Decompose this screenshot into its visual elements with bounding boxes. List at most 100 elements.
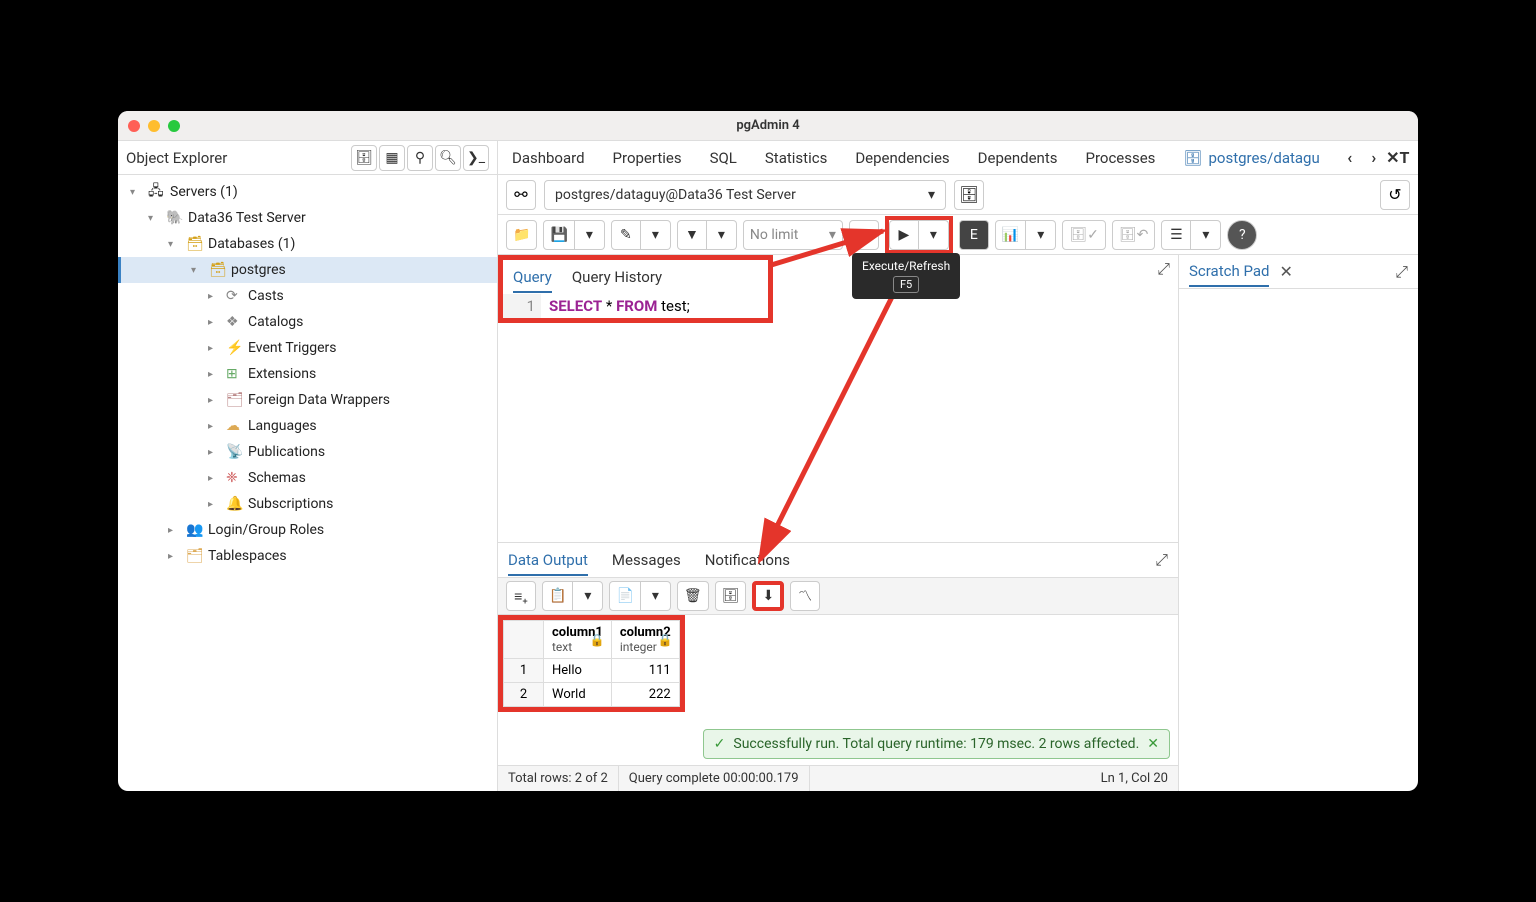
connection-selector[interactable]: postgres/dataguy@Data36 Test Server ▾ [544,180,946,210]
object-tree: ▾🖧Servers (1) ▾🐘Data36 Test Server ▾🗃Dat… [118,175,497,791]
copy-button[interactable]: 📋 [542,581,573,611]
close-toast-button[interactable]: ✕ [1147,736,1159,752]
terminal-icon[interactable]: ❯_ [463,145,489,171]
save-dropdown[interactable]: ▾ [575,220,605,250]
filter-icon[interactable]: ⚲ [407,145,433,171]
tree-servers[interactable]: ▾🖧Servers (1) [118,179,497,205]
tree-server[interactable]: ▾🐘Data36 Test Server [118,205,497,231]
open-file-button[interactable]: 📁 [506,220,537,250]
filter-button[interactable]: ▼ [677,220,707,250]
stop-button[interactable]: ■ [849,220,879,250]
scratch-pad-tab[interactable]: Scratch Pad [1189,262,1269,287]
tab-dependencies[interactable]: Dependencies [841,141,963,174]
tab-dependents[interactable]: Dependents [964,141,1072,174]
save-data-button[interactable]: 🗄 [715,581,747,611]
download-button[interactable]: ⬇ [752,581,784,611]
tree-schemas[interactable]: ▸❈Schemas [118,465,497,491]
titlebar: pgAdmin 4 [118,111,1418,141]
edit-button[interactable]: ✎ [611,220,641,250]
execute-button[interactable]: ▶ [889,220,919,250]
paste-button[interactable]: 📄 [609,581,640,611]
copy-dropdown[interactable]: ▾ [573,581,603,611]
filter-dropdown[interactable]: ▾ [707,220,737,250]
tab-query-history[interactable]: Query History [572,268,662,286]
help-button[interactable]: ? [1227,220,1257,250]
connection-status-icon[interactable]: ⚯ [506,180,536,210]
macro-dropdown[interactable]: ▾ [1191,220,1221,250]
output-tabs: Data Output Messages Notifications ⤢ [498,543,1178,577]
chevron-down-icon: ▾ [928,187,935,203]
expand-editor-icon[interactable]: ⤢ [1157,259,1170,279]
tab-sql[interactable]: SQL [696,141,751,174]
commit-button[interactable]: 🗄✓ [1062,220,1106,250]
query-section: Query Query History 1 SELECT * FROM test… [498,255,1178,323]
tree-databases[interactable]: ▾🗃Databases (1) [118,231,497,257]
tab-processes[interactable]: Processes [1071,141,1169,174]
tree-foreign-data-wrappers[interactable]: ▸🗂Foreign Data Wrappers [118,387,497,413]
main-tabbar: Dashboard Properties SQL Statistics Depe… [498,141,1418,175]
tab-properties[interactable]: Properties [599,141,696,174]
expand-scratch-icon[interactable]: ⤢ [1395,262,1408,282]
explain-button[interactable]: E [959,220,989,250]
result-grid-area: column1text🔒 column2integer🔒 1 Hello 111 [498,615,1178,765]
lock-icon: 🔒 [658,633,673,647]
tree-event-triggers[interactable]: ▸⚡Event Triggers [118,335,497,361]
database-icon[interactable]: 🗄 [351,145,377,171]
status-rows: Total rows: 2 of 2 [498,766,619,791]
window-title: pgAdmin 4 [118,118,1418,133]
edit-dropdown[interactable]: ▾ [641,220,671,250]
tree-languages[interactable]: ▸☁Languages [118,413,497,439]
tab-prev-button[interactable]: ‹ [1340,148,1360,168]
col-header-2[interactable]: column2integer🔒 [611,621,679,659]
execute-dropdown[interactable]: ▾ [919,220,949,250]
tree-publications[interactable]: ▸📡Publications [118,439,497,465]
add-row-button[interactable]: ≡₊ [506,581,536,611]
tab-next-button[interactable]: › [1364,148,1384,168]
expand-output-icon[interactable]: ⤢ [1155,550,1168,570]
sql-editor[interactable]: 1 SELECT * FROM test; [503,294,768,318]
db-switch-button[interactable]: 🗄 [954,180,984,210]
tree-catalogs[interactable]: ▸❖Catalogs [118,309,497,335]
reset-layout-button[interactable]: ↺ [1380,180,1410,210]
scratch-pad-panel: Scratch Pad ✕ ⤢ [1178,255,1418,791]
rollback-button[interactable]: 🗄↶ [1112,220,1156,250]
col-header-1[interactable]: column1text🔒 [544,621,612,659]
check-icon: ✓ [714,736,726,752]
tree-db-postgres[interactable]: ▾🗃postgres [118,257,497,283]
search-icon[interactable]: 🔍︎ [435,145,461,171]
output-section: Data Output Messages Notifications ⤢ ≡₊ … [498,542,1178,765]
tab-query[interactable]: Query [513,268,552,293]
table-row[interactable]: 1 Hello 111 [504,659,680,683]
tree-casts[interactable]: ▸⟳Casts [118,283,497,309]
tab-close-button[interactable]: ✕T [1388,148,1408,168]
close-scratch-button[interactable]: ✕ [1279,262,1292,281]
limit-selector[interactable]: No limit▾ [743,220,843,250]
table-icon[interactable]: ▦ [379,145,405,171]
paste-dropdown[interactable]: ▾ [641,581,671,611]
tree-subscriptions[interactable]: ▸🔔Subscriptions [118,491,497,517]
macro-button[interactable]: ☰ [1161,220,1191,250]
save-button[interactable]: 💾 [543,220,574,250]
tab-dashboard[interactable]: Dashboard [498,141,599,174]
connection-row: ⚯ postgres/dataguy@Data36 Test Server ▾ … [498,175,1418,215]
tab-statistics[interactable]: Statistics [751,141,841,174]
tree-login-roles[interactable]: ▸👥Login/Group Roles [118,517,497,543]
explain-dropdown[interactable]: ▾ [1026,220,1056,250]
explain-analyze-button[interactable]: 📊 [995,220,1026,250]
tab-nav: ‹ › ✕T [1334,148,1414,168]
tab-query-tool[interactable]: 🗄postgres/datagu [1169,141,1333,174]
tab-notifications[interactable]: Notifications [705,551,790,569]
status-cursor-pos: Ln 1, Col 20 [1091,766,1178,791]
graph-button[interactable]: 〽 [790,581,820,611]
tree-extensions[interactable]: ▸⊞Extensions [118,361,497,387]
tab-data-output[interactable]: Data Output [508,551,588,576]
query-toolbar: 📁 💾▾ ✎▾ ▼▾ No limit▾ ■ ▶ ▾ E 📊▾ 🗄✓ 🗄↶ ☰▾… [498,215,1418,255]
tree-tablespaces[interactable]: ▸🗂Tablespaces [118,543,497,569]
delete-row-button[interactable]: 🗑 [677,581,709,611]
table-row[interactable]: 2 World 222 [504,683,680,707]
result-table: column1text🔒 column2integer🔒 1 Hello 111 [503,620,680,707]
row-header-blank [504,621,544,659]
output-toolbar: ≡₊ 📋▾ 📄▾ 🗑 🗄 ⬇ 〽 [498,577,1178,615]
sidebar-title: Object Explorer [126,149,351,167]
tab-messages[interactable]: Messages [612,551,681,569]
